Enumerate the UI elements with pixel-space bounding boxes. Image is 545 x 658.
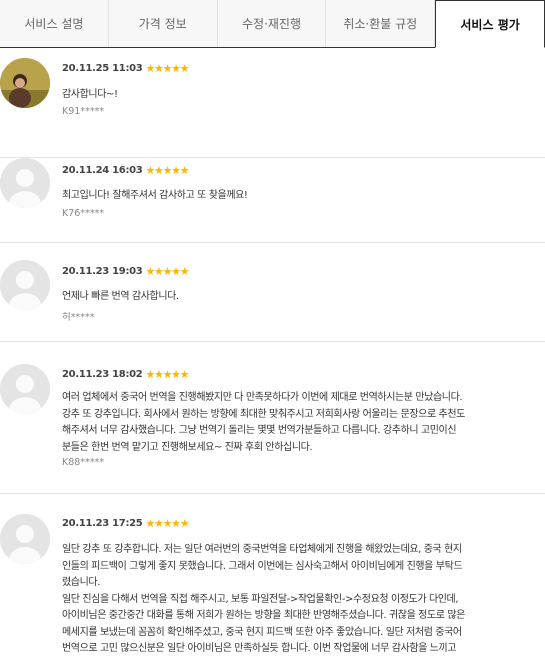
rating-stars: ★ ★ ★ ★ ★	[145, 516, 190, 530]
review-date: 20.11.23 17:25	[62, 517, 143, 529]
tab-revision-policy[interactable]: 수정·재진행	[217, 0, 327, 47]
review-date: 20.11.24 16:03	[62, 164, 143, 176]
star-icon: ★	[179, 516, 190, 530]
review-item: 20.11.25 11:03 ★ ★ ★ ★ ★ 감사합니다~! K91*****	[0, 48, 545, 158]
review-meta: 20.11.23 17:25 ★ ★ ★ ★ ★	[62, 515, 190, 531]
review-meta: 20.11.25 11:03 ★ ★ ★ ★ ★	[62, 60, 190, 76]
review-text: 일단 강추 또 강추합니다. 저는 일단 여러번의 중국번역을 타업체에게 진행…	[62, 544, 465, 654]
star-icon: ★	[179, 264, 190, 278]
review-item: 20.11.24 16:03 ★ ★ ★ ★ ★ 최고입니다! 잘해주셔서 감사하고 또…	[0, 158, 545, 243]
star-icon: ★	[179, 367, 190, 381]
avatar	[0, 260, 50, 310]
rating-stars: ★ ★ ★ ★ ★	[145, 61, 190, 75]
rating-stars: ★ ★ ★ ★ ★	[145, 264, 190, 278]
review-item: 20.11.23 19:03 ★ ★ ★ ★ ★ 언제나 빠른 번역 감사합니다. 허*…	[0, 243, 545, 342]
star-icon: ★	[179, 61, 190, 75]
tab-refund-policy[interactable]: 취소·환불 규정	[326, 0, 436, 47]
review-author: K88*****	[62, 457, 105, 468]
avatar	[0, 158, 50, 208]
review-item: 20.11.23 17:25 ★ ★ ★ ★ ★ 일단 강추 또 강추합니다. 저는 일…	[0, 494, 545, 654]
review-text: 여러 업체에서 중국어 번역을 진행해봤지만 다 만족못하다가 이번에 제대로 …	[62, 392, 465, 453]
review-date: 20.11.23 19:03	[62, 265, 143, 277]
review-date: 20.11.23 18:02	[62, 368, 143, 380]
star-icon: ★	[179, 163, 190, 177]
review-meta: 20.11.23 19:03 ★ ★ ★ ★ ★	[62, 263, 190, 279]
review-text: 최고입니다! 잘해주셔서 감사하고 또 찾을께요!	[62, 190, 248, 201]
review-author: K76*****	[62, 208, 105, 219]
review-author: 허*****	[62, 312, 95, 323]
review-item: 20.11.23 18:02 ★ ★ ★ ★ ★ 여러 업체에서 중국어 번역을 진행해…	[0, 342, 545, 494]
tab-price-info[interactable]: 가격 정보	[108, 0, 218, 47]
avatar	[0, 58, 50, 108]
review-meta: 20.11.24 16:03 ★ ★ ★ ★ ★	[62, 162, 190, 178]
review-meta: 20.11.23 18:02 ★ ★ ★ ★ ★	[62, 366, 190, 382]
tab-service-reviews[interactable]: 서비스 평가	[435, 0, 545, 48]
review-text: 감사합니다~!	[62, 89, 118, 100]
review-date: 20.11.25 11:03	[62, 62, 143, 74]
avatar	[0, 514, 50, 564]
tab-bar: 서비스 설명 가격 정보 수정·재진행 취소·환불 규정 서비스 평가	[0, 0, 545, 48]
avatar	[0, 364, 50, 414]
review-author: K91*****	[62, 106, 105, 117]
rating-stars: ★ ★ ★ ★ ★	[145, 163, 190, 177]
review-text: 언제나 빠른 번역 감사합니다.	[62, 291, 179, 302]
tab-service-description[interactable]: 서비스 설명	[0, 0, 109, 47]
rating-stars: ★ ★ ★ ★ ★	[145, 367, 190, 381]
